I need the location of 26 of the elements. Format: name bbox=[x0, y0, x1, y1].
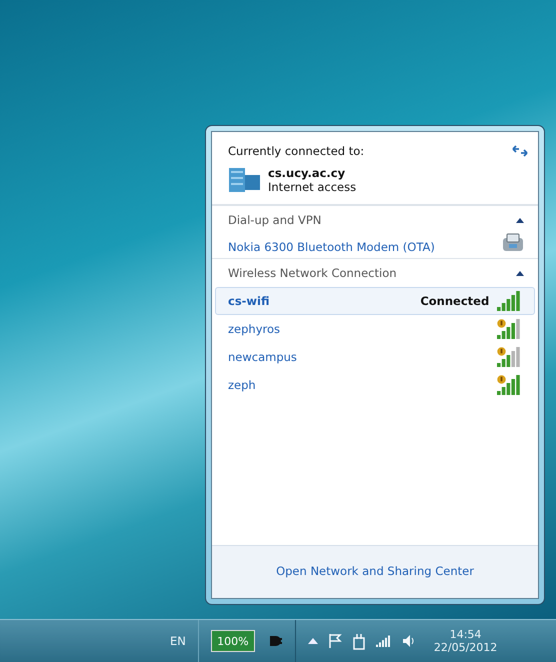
language-indicator[interactable]: EN bbox=[170, 634, 186, 648]
volume-icon[interactable] bbox=[402, 634, 416, 648]
shield-signal-icon bbox=[497, 347, 520, 367]
network-center-link[interactable]: Open Network and Sharing Center bbox=[276, 564, 474, 578]
connection-status: Connected bbox=[420, 294, 490, 308]
flag-icon[interactable] bbox=[328, 633, 342, 649]
section-header[interactable]: Dial-up and VPN bbox=[212, 205, 538, 234]
clock[interactable]: 14:54 22/05/2012 bbox=[434, 628, 498, 654]
signal-icon bbox=[497, 291, 520, 311]
power-plug-icon[interactable] bbox=[352, 632, 366, 650]
show-hidden-icons-button[interactable] bbox=[308, 638, 318, 644]
wifi-network-item[interactable]: cs-wifi Connected bbox=[215, 287, 535, 315]
flyout-heading: Currently connected to: bbox=[228, 144, 364, 158]
refresh-icon[interactable] bbox=[512, 145, 528, 157]
shield-signal-icon bbox=[497, 319, 520, 339]
wifi-network-item[interactable]: newcampus bbox=[215, 343, 535, 371]
modem-icon bbox=[502, 232, 524, 252]
shield-signal-icon bbox=[497, 375, 520, 395]
wifi-network-item[interactable]: zeph bbox=[215, 371, 535, 399]
connection-item[interactable]: Nokia 6300 Bluetooth Modem (OTA) bbox=[212, 234, 538, 260]
signal-icon[interactable] bbox=[376, 635, 392, 647]
building-icon bbox=[228, 167, 262, 193]
wifi-network-item[interactable]: zephyros bbox=[215, 315, 535, 343]
access-status: Internet access bbox=[268, 180, 356, 194]
network-name: cs.ucy.ac.cy bbox=[268, 166, 346, 180]
battery-meter[interactable]: 100% bbox=[210, 630, 255, 652]
